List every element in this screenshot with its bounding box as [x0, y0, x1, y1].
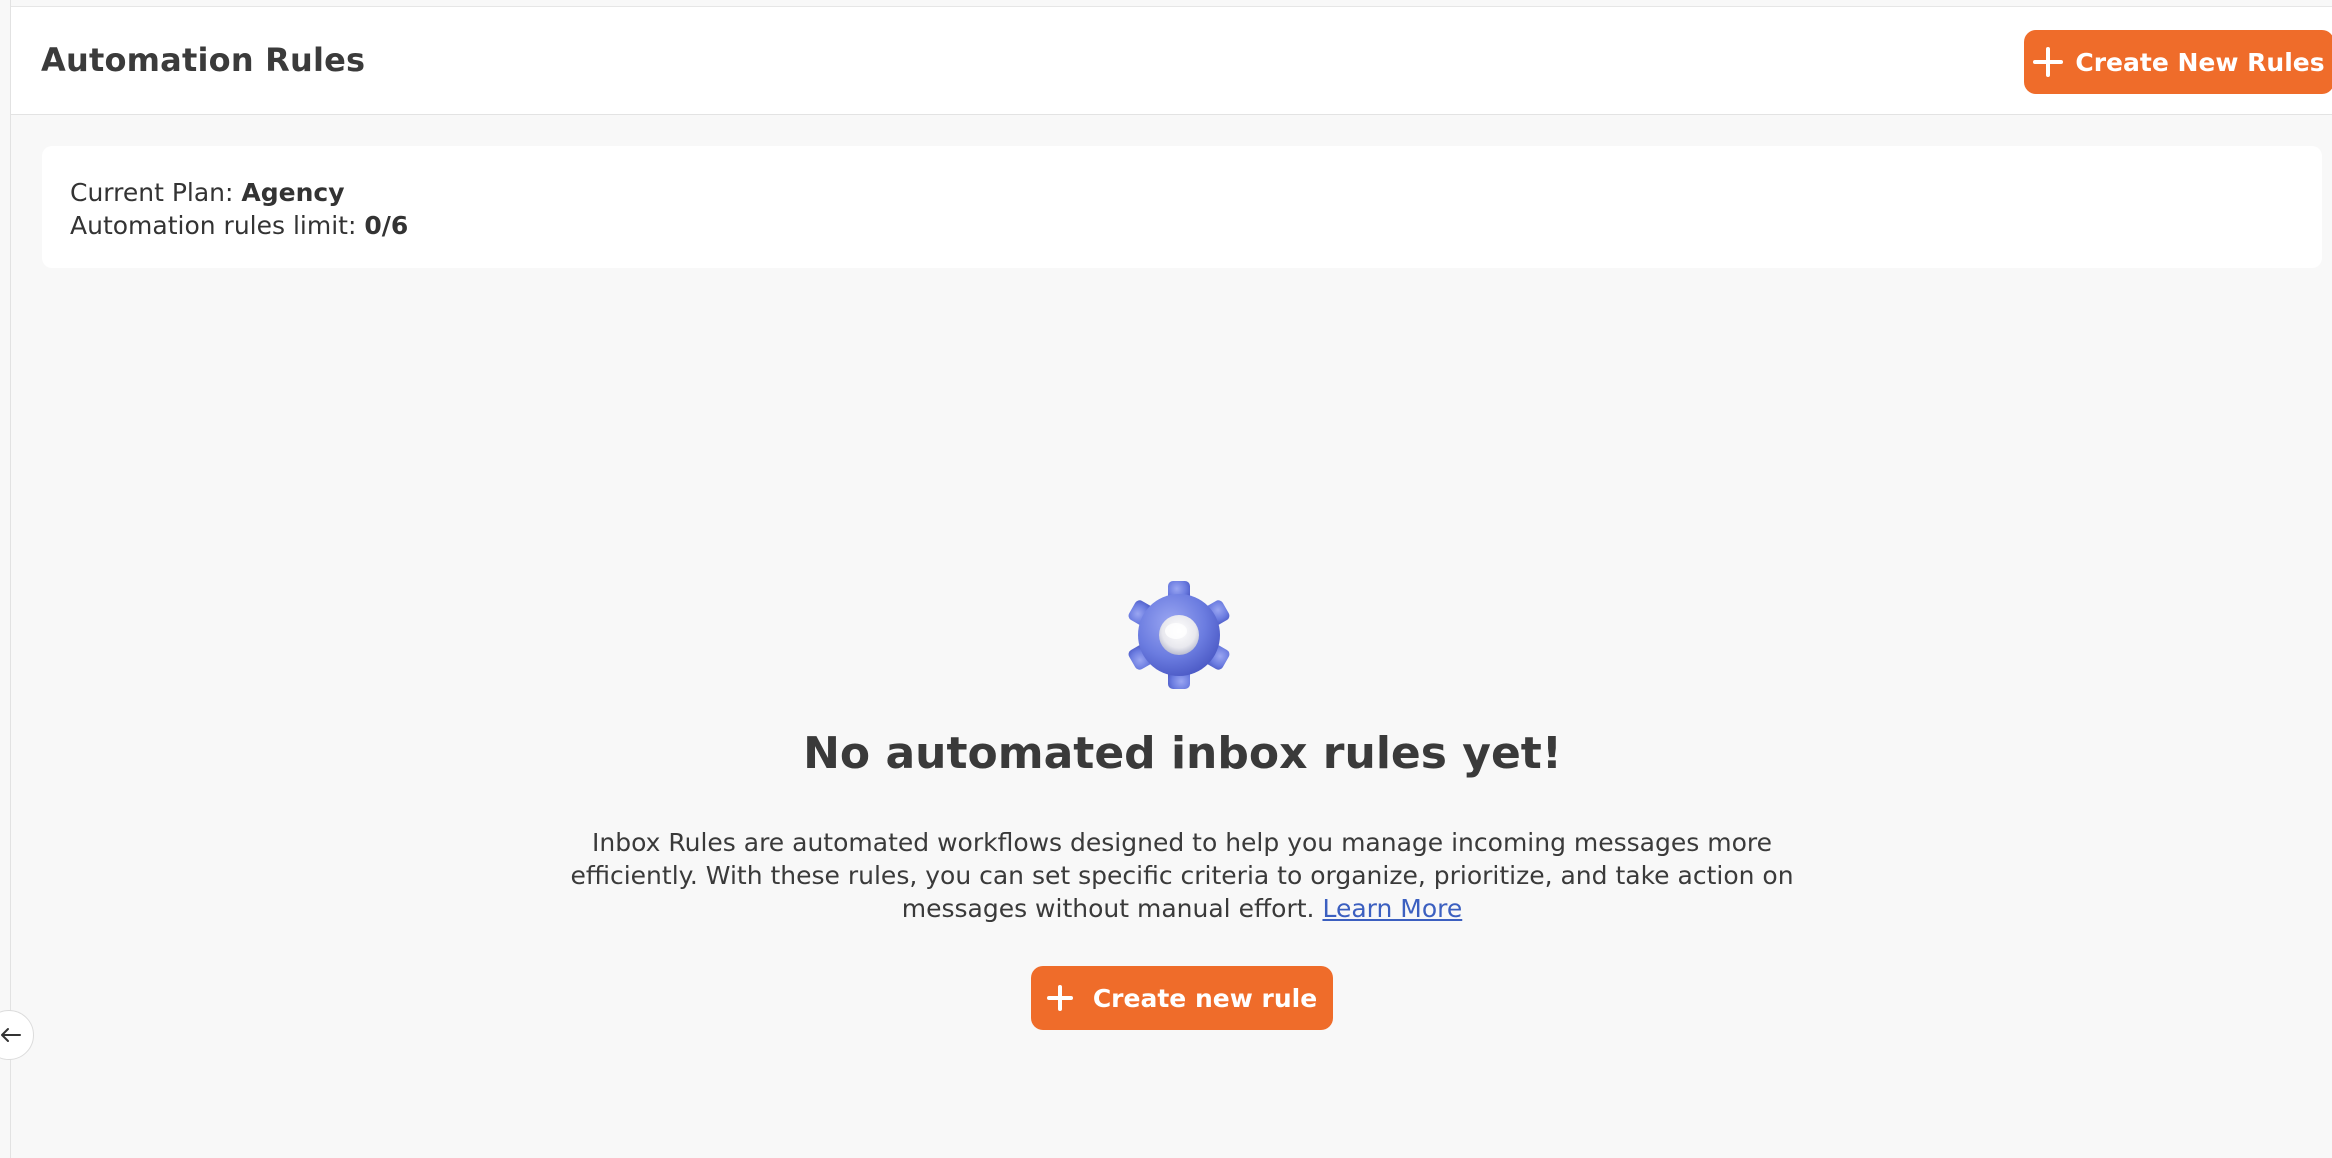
left-rail	[0, 0, 11, 1158]
rules-limit-line: Automation rules limit: 0/6	[70, 209, 2294, 242]
page-title: Automation Rules	[41, 41, 366, 79]
empty-state-description: Inbox Rules are automated workflows desi…	[560, 826, 1804, 925]
rules-limit-label: Automation rules limit:	[70, 211, 365, 240]
create-new-rules-label: Create New Rules	[2075, 47, 2325, 77]
arrow-left-icon	[1, 1028, 21, 1042]
current-plan-label: Current Plan:	[70, 178, 242, 207]
current-plan-value: Agency	[241, 178, 345, 207]
gear-icon	[1124, 580, 1234, 690]
collapse-sidebar-button[interactable]	[0, 1010, 34, 1060]
create-new-rule-label: Create new rule	[1092, 983, 1318, 1013]
empty-state-description-text: Inbox Rules are automated workflows desi…	[570, 828, 1794, 923]
top-border	[0, 0, 2332, 7]
create-new-rule-button[interactable]: Create new rule	[1031, 966, 1333, 1030]
plan-info-card: Current Plan: Agency Automation rules li…	[42, 146, 2322, 268]
learn-more-link[interactable]: Learn More	[1322, 894, 1462, 923]
plus-icon	[2033, 47, 2064, 77]
current-plan-line: Current Plan: Agency	[70, 176, 2294, 209]
rules-limit-value: 0/6	[364, 211, 409, 240]
create-new-rules-button[interactable]: Create New Rules	[2024, 30, 2332, 94]
page-header: Automation Rules Create New Rules	[11, 7, 2332, 115]
empty-state-title: No automated inbox rules yet!	[803, 728, 1562, 779]
plus-icon	[1046, 985, 1073, 1011]
automation-rules-page: Automation Rules Create New Rules Curren…	[0, 0, 2332, 1158]
